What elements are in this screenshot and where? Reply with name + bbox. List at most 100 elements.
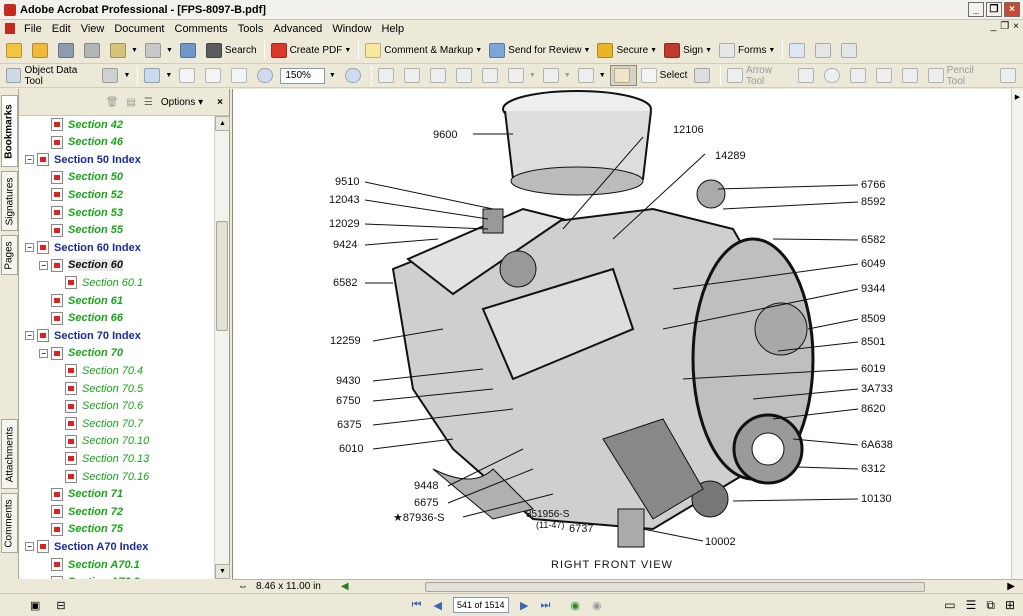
bookmark-item[interactable]: Section 42 <box>39 116 123 133</box>
zoom-in-button[interactable] <box>336 65 367 86</box>
menu-advanced[interactable]: Advanced <box>268 23 327 35</box>
send-review-button[interactable]: Send for Review ▼ <box>486 40 593 61</box>
measure-button[interactable]: ▼ <box>99 65 133 86</box>
snapshot-tool[interactable]: ▼ <box>575 65 609 86</box>
scroll-left-button[interactable]: ◀ <box>341 581 349 592</box>
rectangle-tool-button[interactable] <box>795 65 820 86</box>
expand-bookmark-icon[interactable]: ☰ <box>144 97 153 108</box>
object-data-tool-button[interactable]: Object Data Tool <box>3 65 98 87</box>
organizer-button[interactable]: ▼ <box>107 40 141 61</box>
button-tool[interactable]: ▼ <box>505 65 539 86</box>
fit-page-button[interactable] <box>202 65 227 86</box>
expand-collapse-icon[interactable]: − <box>39 348 48 358</box>
close-panel-button[interactable]: × <box>217 97 223 108</box>
scroll-thumb[interactable] <box>216 221 228 331</box>
forms-button[interactable]: Forms ▼ <box>716 40 778 61</box>
crop-button[interactable] <box>427 65 452 86</box>
actual-size-button[interactable] <box>176 65 201 86</box>
bookmark-item[interactable]: − Section 50 Index <box>25 151 141 168</box>
previous-view-button[interactable]: ◉ <box>570 599 580 612</box>
bookmark-item[interactable]: Section A70.1 <box>39 556 140 573</box>
search-button[interactable]: Search <box>203 40 260 61</box>
bookmark-item[interactable]: Section 72 <box>39 503 123 520</box>
save-button[interactable] <box>55 40 80 61</box>
menu-window[interactable]: Window <box>327 23 376 35</box>
doc-close-button[interactable]: × <box>1013 21 1019 32</box>
menu-help[interactable]: Help <box>376 23 409 35</box>
expand-collapse-icon[interactable]: − <box>25 243 34 253</box>
expand-collapse-icon[interactable]: − <box>25 542 34 552</box>
facing-layout-icon[interactable]: ⧉ <box>986 598 995 613</box>
bookmark-item[interactable]: Section 70.6 <box>53 398 143 415</box>
bookmark-item[interactable]: Section 52 <box>39 186 123 203</box>
comment-markup-button[interactable]: Comment & Markup ▼ <box>362 40 485 61</box>
expand-collapse-icon[interactable]: − <box>25 155 34 165</box>
arrow-tool-button[interactable]: Arrow Tool <box>724 65 794 87</box>
camera-snapshot-button[interactable] <box>691 65 716 86</box>
zoom-level-field[interactable]: 150% <box>280 67 325 84</box>
menu-view[interactable]: View <box>76 23 110 35</box>
menu-comments[interactable]: Comments <box>170 23 233 35</box>
document-page[interactable]: 9600 9510 12043 12029 9424 6582 12259 94… <box>232 89 1011 579</box>
bookmark-item[interactable]: Section 70.16 <box>53 468 149 485</box>
bookmark-item[interactable]: Section 75 <box>39 521 123 538</box>
options-menu[interactable]: Options ▾ <box>161 97 203 108</box>
bookmark-item[interactable]: Section 53 <box>39 204 123 221</box>
secure-button[interactable]: Secure ▼ <box>594 40 660 61</box>
bookmark-item[interactable]: − Section 70 <box>39 345 123 362</box>
bookmark-item[interactable]: − Section 60 <box>39 257 124 274</box>
open-button[interactable] <box>29 40 54 61</box>
bookmark-item[interactable]: Section 70.10 <box>53 433 149 450</box>
document-vertical-scrollbar[interactable]: ▶ <box>1011 89 1023 579</box>
menu-file[interactable]: File <box>19 23 47 35</box>
menu-edit[interactable]: Edit <box>47 23 76 35</box>
page-layout-button[interactable] <box>812 40 837 61</box>
email-button[interactable] <box>177 40 202 61</box>
eraser-tool-button[interactable] <box>997 65 1022 86</box>
expand-collapse-icon[interactable]: − <box>25 331 34 341</box>
sign-button[interactable]: Sign ▼ <box>661 40 715 61</box>
bookmark-item[interactable]: Section 61 <box>39 292 123 309</box>
bookmark-item[interactable]: − Section A70 Index <box>25 538 148 555</box>
single-page-layout-icon[interactable]: ▭ <box>944 598 955 613</box>
continuous-facing-layout-icon[interactable]: ⊞ <box>1005 598 1015 613</box>
bookmarks-scrollbar[interactable]: ▲ ▼ <box>214 116 230 579</box>
delete-bookmark-icon[interactable]: 🗑 <box>106 97 119 108</box>
first-page-button[interactable]: ⏮ <box>412 599 422 612</box>
bookmark-item[interactable]: Section 55 <box>39 222 123 239</box>
select-tool-button[interactable]: Select <box>638 65 691 86</box>
expand-collapse-icon[interactable]: − <box>39 260 48 270</box>
bookmark-item[interactable]: Section 66 <box>39 310 123 327</box>
bookmark-item[interactable]: − Section 70 Index <box>25 327 141 344</box>
bookmark-item[interactable]: Section 70.7 <box>53 415 143 432</box>
attach-button[interactable]: ▼ <box>142 40 176 61</box>
pencil-tool-button[interactable]: Pencil Tool <box>925 65 996 87</box>
bookmark-item[interactable]: Section 70.4 <box>53 362 143 379</box>
new-bookmark-icon[interactable]: ▤ <box>126 97 135 108</box>
create-new-button[interactable] <box>3 40 28 61</box>
oval-tool-button[interactable] <box>821 65 846 86</box>
next-view-button[interactable]: ◉ <box>592 599 602 612</box>
bookmark-item[interactable]: Section 60.1 <box>53 274 143 291</box>
movie-tool[interactable]: ▼ <box>540 65 574 86</box>
scroll-up-arrow[interactable]: ▶ <box>1012 93 1023 101</box>
horizontal-scrollbar[interactable] <box>355 581 1002 592</box>
polygon-tool-button[interactable] <box>899 65 924 86</box>
article-button[interactable] <box>479 65 504 86</box>
create-pdf-button[interactable]: Create PDF ▼ <box>268 40 355 61</box>
line-tool-button[interactable] <box>847 65 872 86</box>
tab-pages[interactable]: Pages <box>1 235 18 275</box>
snapshot-button[interactable] <box>838 40 863 61</box>
bookmark-item[interactable]: Section 70.13 <box>53 450 149 467</box>
zoom-out-button[interactable] <box>254 65 279 86</box>
bookmark-item[interactable]: − Section 60 Index <box>25 239 141 256</box>
scroll-down-button[interactable]: ▼ <box>215 564 230 579</box>
scroll-right-button[interactable]: ▶ <box>1007 581 1015 592</box>
tab-bookmarks[interactable]: Bookmarks <box>1 95 18 167</box>
close-button[interactable]: × <box>1004 2 1020 17</box>
menu-tools[interactable]: Tools <box>233 23 269 35</box>
scroll-up-button[interactable]: ▲ <box>215 116 230 131</box>
tab-attachments[interactable]: Attachments <box>1 419 18 489</box>
touchup-text-button[interactable] <box>401 65 426 86</box>
hand-tool-button[interactable] <box>609 65 637 86</box>
